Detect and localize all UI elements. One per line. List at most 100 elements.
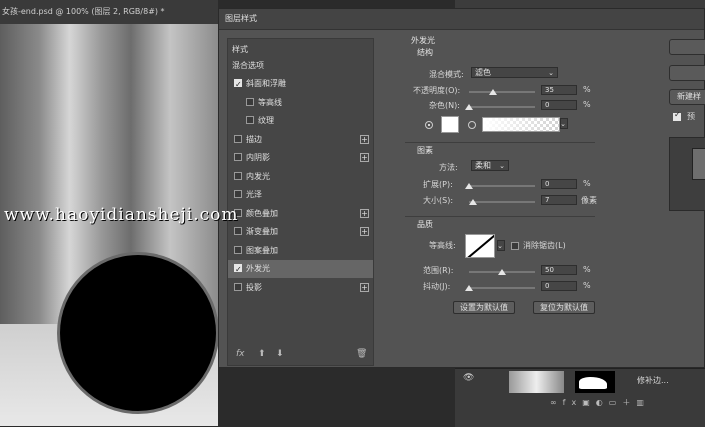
gradient-dropdown[interactable]: ⌄ <box>560 118 568 129</box>
style-label: 外发光 <box>246 264 270 273</box>
style-item[interactable]: 图案叠加 <box>228 242 373 260</box>
spread-label: 扩展(P): <box>423 180 453 189</box>
noise-slider-thumb[interactable] <box>465 104 473 110</box>
noise-label: 杂色(N): <box>429 101 460 110</box>
eye-icon[interactable]: 👁 <box>463 373 474 383</box>
size-slider[interactable] <box>469 201 535 203</box>
fx-icon[interactable]: fx <box>236 349 245 359</box>
style-checkbox[interactable] <box>234 134 242 143</box>
range-unit: % <box>583 265 591 274</box>
style-item[interactable]: 颜色叠加 + <box>228 205 373 223</box>
preview-checkbox[interactable] <box>673 110 681 121</box>
reset-default-button[interactable]: 复位为默认值 <box>533 301 595 314</box>
glow-gradient-picker[interactable] <box>482 117 560 132</box>
style-item[interactable]: 内阴影 + <box>228 149 373 167</box>
range-input[interactable]: 50 <box>541 265 577 275</box>
method-label: 方法: <box>439 163 458 172</box>
adjustment-icon[interactable]: ◐ <box>596 398 609 407</box>
style-checkbox[interactable] <box>234 76 242 94</box>
add-style-icon[interactable]: + <box>360 227 369 236</box>
chevron-down-icon: ⌄ <box>497 242 503 250</box>
folder-icon[interactable]: ▭ <box>609 398 623 407</box>
move-up-icon[interactable]: ⬆ <box>258 349 266 359</box>
style-label: 投影 <box>246 282 262 292</box>
elements-header: 图素 <box>417 146 433 155</box>
jitter-label: 抖动(J): <box>423 282 451 291</box>
style-item[interactable]: 外发光 <box>228 260 373 279</box>
blending-options-item[interactable]: 混合选项 <box>228 57 373 75</box>
add-style-icon[interactable]: + <box>360 153 369 162</box>
style-checkbox[interactable] <box>246 97 254 106</box>
opacity-input[interactable]: 35 <box>541 85 577 95</box>
contour-dropdown[interactable]: ⌄ <box>497 240 505 251</box>
gradient-radio[interactable] <box>468 121 476 129</box>
style-checkbox[interactable] <box>234 190 242 198</box>
outer-glow-panel: 外发光 结构 混合模式: 滤色 ⌄ 不透明度(O): 35 % 杂色(N): 0… <box>385 36 655 364</box>
new-style-button[interactable]: 新建样 <box>669 89 705 105</box>
noise-input[interactable]: 0 <box>541 100 577 110</box>
range-slider-thumb[interactable] <box>498 269 506 275</box>
opacity-slider-thumb[interactable] <box>489 89 497 95</box>
method-value: 柔和 <box>475 161 491 170</box>
style-item[interactable]: 投影 + <box>228 279 373 297</box>
style-checkbox[interactable] <box>246 116 254 124</box>
layers-toolbar: ∞fx▣◐▭＋▥ <box>550 397 650 408</box>
mask-icon[interactable]: ▣ <box>582 398 596 407</box>
cancel-button[interactable] <box>669 65 705 81</box>
blend-mode-select[interactable]: 滤色 ⌄ <box>471 67 558 78</box>
move-down-icon[interactable]: ⬇ <box>276 349 284 359</box>
style-item[interactable]: 内发光 <box>228 168 373 186</box>
method-select[interactable]: 柔和 ⌄ <box>471 160 509 171</box>
document-tab[interactable]: 女孩-end.psd @ 100% (图层 2, RGB/8#) * <box>0 0 218 24</box>
add-style-icon[interactable]: + <box>360 208 369 218</box>
opacity-unit: % <box>583 85 591 94</box>
anti-alias-label: 消除锯齿(L) <box>523 241 566 250</box>
style-item[interactable]: 纹理 <box>228 112 373 130</box>
spread-slider-thumb[interactable] <box>465 183 473 189</box>
trash-icon[interactable]: ▥ <box>636 398 650 407</box>
style-item[interactable]: 斜面和浮雕 <box>228 75 373 94</box>
link-icon[interactable]: ∞ <box>550 398 563 407</box>
add-style-icon[interactable]: + <box>360 134 369 144</box>
new-layer-icon[interactable]: ＋ <box>622 398 636 407</box>
jitter-slider-thumb[interactable] <box>465 285 473 291</box>
layer-name[interactable]: 修补边... <box>637 375 669 386</box>
spread-input[interactable]: 0 <box>541 179 577 189</box>
divider <box>405 142 595 143</box>
jitter-slider[interactable] <box>469 287 535 289</box>
style-checkbox[interactable] <box>234 245 242 254</box>
solid-color-radio[interactable] <box>425 121 433 129</box>
style-checkbox[interactable] <box>234 282 242 291</box>
style-checkbox[interactable] <box>234 227 242 235</box>
style-item[interactable]: 等高线 <box>228 94 373 112</box>
trash-icon[interactable]: 🗑 <box>356 349 367 359</box>
layer-thumbnail[interactable] <box>509 371 564 393</box>
jitter-unit: % <box>583 281 591 290</box>
set-default-button[interactable]: 设置为默认值 <box>453 301 515 314</box>
contour-picker[interactable] <box>465 234 495 258</box>
style-checkbox[interactable] <box>234 171 242 180</box>
size-input[interactable]: 7 <box>541 195 577 205</box>
opacity-slider[interactable] <box>469 91 535 93</box>
size-slider-thumb[interactable] <box>469 199 477 205</box>
anti-alias-checkbox[interactable] <box>511 242 519 250</box>
style-item[interactable]: 光泽 <box>228 186 373 204</box>
structure-header: 结构 <box>417 48 433 57</box>
ok-button[interactable] <box>669 39 705 55</box>
add-style-icon[interactable]: + <box>360 282 369 292</box>
style-label: 内发光 <box>246 171 270 181</box>
spread-slider[interactable] <box>469 185 535 187</box>
jitter-input[interactable]: 0 <box>541 281 577 291</box>
noise-slider[interactable] <box>469 106 535 108</box>
style-item[interactable]: 描边 + <box>228 131 373 149</box>
outer-glow-title: 外发光 <box>411 36 435 45</box>
glow-color-swatch[interactable] <box>441 116 459 133</box>
style-checkbox[interactable] <box>234 153 242 161</box>
style-checkbox[interactable] <box>234 261 242 279</box>
style-item[interactable]: 渐变叠加 + <box>228 223 373 241</box>
style-label: 纹理 <box>258 116 274 125</box>
layer-mask-thumbnail[interactable] <box>575 371 615 393</box>
style-label: 等高线 <box>258 97 282 107</box>
style-label: 颜色叠加 <box>246 208 278 218</box>
fx-icon[interactable]: fx <box>563 398 583 407</box>
